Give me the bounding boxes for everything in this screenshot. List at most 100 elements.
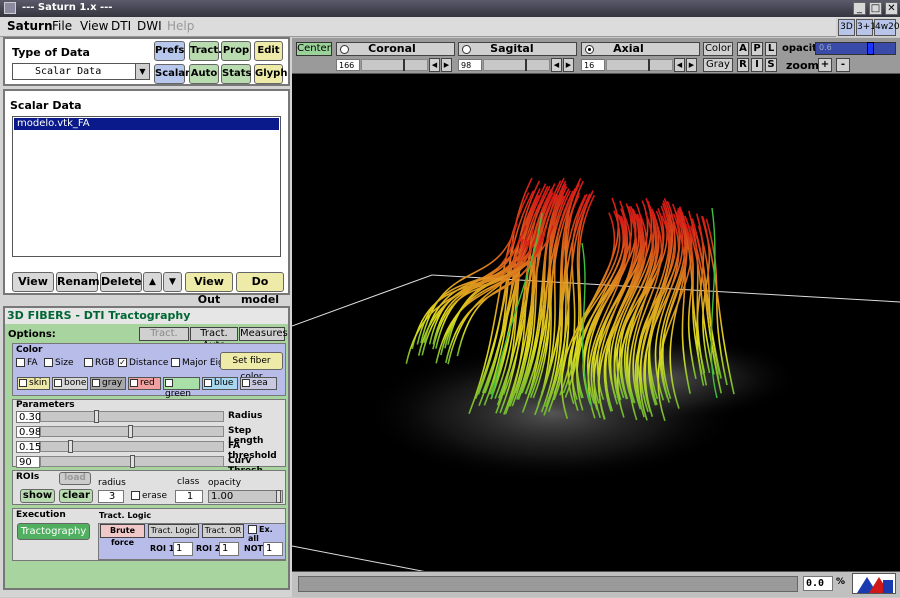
prev-slice-button[interactable]: ◀ — [674, 58, 685, 72]
fa-checkbox[interactable]: FA — [16, 358, 38, 368]
delete-button[interactable]: Delete — [100, 272, 142, 292]
view-out-button[interactable]: View Out — [185, 272, 233, 306]
slider-thumb[interactable] — [403, 59, 405, 71]
load-button[interactable]: load — [59, 472, 91, 485]
edit-button[interactable]: Edit — [254, 41, 283, 61]
major-eig-checkbox[interactable]: Major Eig — [171, 358, 224, 368]
tract-or-button[interactable]: Tract. OR — [202, 524, 244, 538]
swatch-green[interactable]: green — [163, 377, 200, 399]
orient-r-button[interactable]: R — [737, 58, 749, 72]
maximize-icon[interactable]: □ — [869, 2, 882, 15]
menu-dwi[interactable]: DWI — [137, 19, 162, 33]
orient-a-button[interactable]: A — [737, 42, 749, 56]
move-up-button[interactable]: ▲ — [143, 272, 162, 292]
menu-view[interactable]: View — [80, 19, 108, 33]
plane-coronal-slider[interactable] — [361, 59, 428, 71]
tractography-button[interactable]: Tractography — [17, 523, 90, 540]
roi-opacity-slider[interactable]: 1.00 — [208, 490, 283, 503]
orient-s-button[interactable]: S — [765, 58, 777, 72]
scalar-data-list[interactable]: modelo.vtk_FA — [12, 116, 281, 257]
swatch-bone[interactable]: bone — [52, 377, 88, 390]
chevron-down-icon[interactable]: ▼ — [135, 64, 149, 79]
next-slice-button[interactable]: ▶ — [563, 58, 574, 72]
move-down-button[interactable]: ▼ — [163, 272, 182, 292]
clear-button[interactable]: clear — [59, 489, 93, 503]
prefs-button[interactable]: Prefs — [154, 41, 185, 61]
swatch-sea[interactable]: sea — [240, 377, 277, 390]
orient-l-button[interactable]: L — [765, 42, 777, 56]
rgb-checkbox[interactable]: RGB — [84, 358, 114, 368]
radius-spinner[interactable]: 3 — [98, 490, 124, 503]
view-3plus1-button[interactable]: 3+1 — [856, 19, 876, 36]
list-item[interactable]: modelo.vtk_FA — [14, 118, 279, 130]
menu-file[interactable]: File — [52, 19, 72, 33]
center-button[interactable]: Center — [296, 42, 332, 56]
opacity-slider[interactable]: 0.6 — [815, 42, 896, 55]
ex-all-checkbox[interactable]: Ex. all — [248, 525, 285, 543]
auto-button[interactable]: Auto — [189, 64, 219, 84]
plane-sagital-toggle[interactable]: Sagital — [458, 42, 577, 56]
swatch-gray[interactable]: gray — [90, 377, 126, 390]
tab-tract-auto[interactable]: Tract. Auto — [190, 327, 238, 351]
distance-checkbox[interactable]: ✓ Distance — [118, 358, 168, 368]
roi2-spinner[interactable]: 1 — [219, 542, 239, 556]
gray-button[interactable]: Gray — [703, 58, 733, 72]
orient-i-button[interactable]: I — [751, 58, 763, 72]
slider-thumb[interactable] — [68, 440, 73, 453]
minimize-icon[interactable]: _ — [853, 2, 866, 15]
menu-saturn[interactable]: Saturn — [7, 19, 52, 33]
tract-logic-button[interactable]: Tract. Logic — [148, 524, 199, 538]
set-fiber-color-button[interactable]: Set fiber color — [220, 352, 283, 382]
plane-axial-toggle[interactable]: Axial — [581, 42, 700, 56]
menu-dti[interactable]: DTI — [111, 19, 131, 33]
orient-p-button[interactable]: P — [751, 42, 763, 56]
slider-thumb[interactable] — [94, 410, 99, 423]
3d-viewer[interactable] — [292, 38, 900, 597]
param-slider[interactable] — [40, 425, 224, 438]
tab-measures[interactable]: Measures — [239, 327, 288, 341]
slider-thumb[interactable] — [276, 490, 281, 503]
color-button[interactable]: Color — [703, 42, 733, 56]
slider-thumb[interactable] — [130, 455, 135, 468]
param-slider[interactable] — [40, 455, 224, 468]
prop-button[interactable]: Prop — [221, 41, 251, 61]
param-slider[interactable] — [40, 410, 224, 423]
zoom-in-button[interactable]: + — [818, 58, 832, 72]
tract-button[interactable]: Tract. — [189, 41, 222, 61]
view-3d-button[interactable]: 3D — [838, 19, 855, 36]
scalar-button[interactable]: Scalar — [154, 64, 190, 84]
param-slider[interactable] — [40, 440, 224, 453]
erase-checkbox[interactable]: erase — [131, 491, 167, 501]
swatch-blue[interactable]: blue — [202, 377, 238, 390]
size-checkbox[interactable]: Size — [44, 358, 73, 368]
next-slice-button[interactable]: ▶ — [686, 58, 697, 72]
glyph-button[interactable]: Glyph — [254, 64, 287, 84]
slider-thumb[interactable] — [648, 59, 650, 71]
slider-thumb[interactable] — [128, 425, 133, 438]
do-model-button[interactable]: Do model — [236, 272, 284, 306]
not-spinner[interactable]: 1 — [263, 542, 283, 556]
prev-slice-button[interactable]: ◀ — [429, 58, 440, 72]
show-button[interactable]: show — [20, 489, 55, 503]
prev-slice-button[interactable]: ◀ — [551, 58, 562, 72]
class-spinner[interactable]: 1 — [175, 490, 203, 503]
stats-button[interactable]: Stats — [221, 64, 251, 84]
plane-sagital-slider[interactable] — [483, 59, 550, 71]
menu-help[interactable]: Help — [167, 19, 194, 33]
swatch-red[interactable]: red — [128, 377, 161, 390]
rename-button[interactable]: Rename — [56, 272, 107, 292]
slider-thumb[interactable] — [525, 59, 527, 71]
type-of-data-select[interactable]: Scalar Data ▼ — [12, 63, 150, 80]
view-4w20-button[interactable]: 4w20 — [874, 19, 900, 36]
brute-force-button[interactable]: Brute force — [100, 524, 145, 547]
zoom-out-button[interactable]: - — [836, 58, 850, 72]
next-slice-button[interactable]: ▶ — [441, 58, 452, 72]
plane-coronal-toggle[interactable]: Coronal — [336, 42, 455, 56]
swatch-skin[interactable]: skin — [17, 377, 50, 390]
close-icon[interactable]: ✕ — [885, 2, 898, 15]
view-button[interactable]: View — [12, 272, 54, 292]
plane-axial-slider[interactable] — [606, 59, 673, 71]
tab-tract[interactable]: Tract. — [139, 327, 189, 341]
slider-thumb[interactable] — [867, 42, 874, 55]
roi1-spinner[interactable]: 1 — [173, 542, 193, 556]
